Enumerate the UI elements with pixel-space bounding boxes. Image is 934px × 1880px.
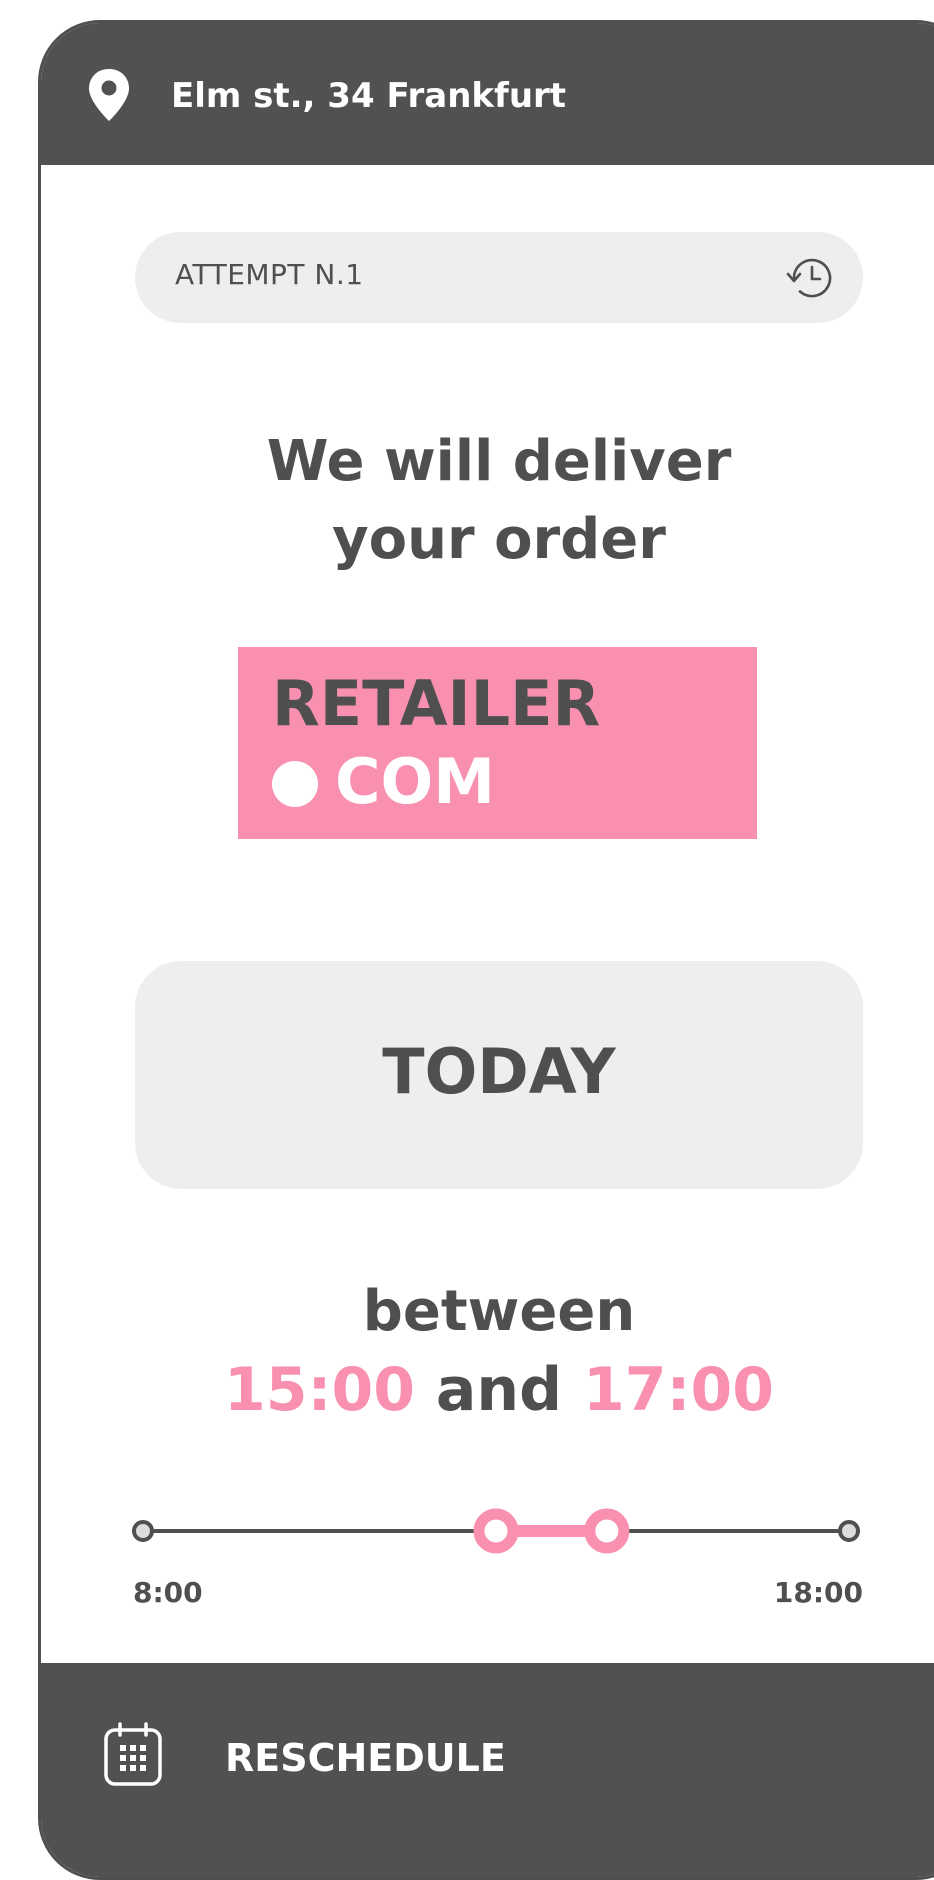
time-window-connector: and [435,1355,563,1425]
map-pin-icon [89,69,129,121]
time-window-end: 17:00 [582,1355,774,1425]
history-icon[interactable] [785,254,837,302]
retailer-logo-dot [272,761,318,807]
headline-line-1: We will deliver [266,429,732,494]
slider-max-label: 18:00 [773,1576,863,1609]
time-window-start: 15:00 [224,1355,416,1425]
phone-frame: Elm st., 34 Frankfurt ATTEMPT N.1 We wil… [38,20,934,1880]
delivery-headline: We will deliver your order [135,423,863,579]
retailer-logo-name: RETAILER [272,667,601,740]
delivery-day-card: TODAY [135,961,863,1189]
slider-min-endpoint [132,1520,154,1542]
calendar-icon [104,1722,162,1786]
attempt-label: ATTEMPT N.1 [175,258,364,291]
slider-min-label: 8:00 [133,1576,203,1609]
reschedule-button[interactable]: RESCHEDULE [41,1663,934,1877]
reschedule-label: RESCHEDULE [225,1736,506,1780]
delivery-address: Elm st., 34 Frankfurt [171,76,567,116]
headline-line-2: your order [332,507,666,572]
retailer-logo: RETAILER COM [238,647,757,839]
time-window-prefix: between [362,1279,636,1344]
retailer-logo-domain: COM [335,745,495,818]
attempt-pill[interactable]: ATTEMPT N.1 [135,232,863,323]
slider-end-handle [584,1508,630,1554]
time-window: 15:00 and 17:00 [135,1351,863,1429]
delivery-day-label: TODAY [382,1035,616,1108]
time-range-slider[interactable] [121,1501,881,1561]
slider-max-endpoint [838,1520,860,1542]
slider-start-handle [473,1508,519,1554]
address-header[interactable]: Elm st., 34 Frankfurt [41,23,934,165]
